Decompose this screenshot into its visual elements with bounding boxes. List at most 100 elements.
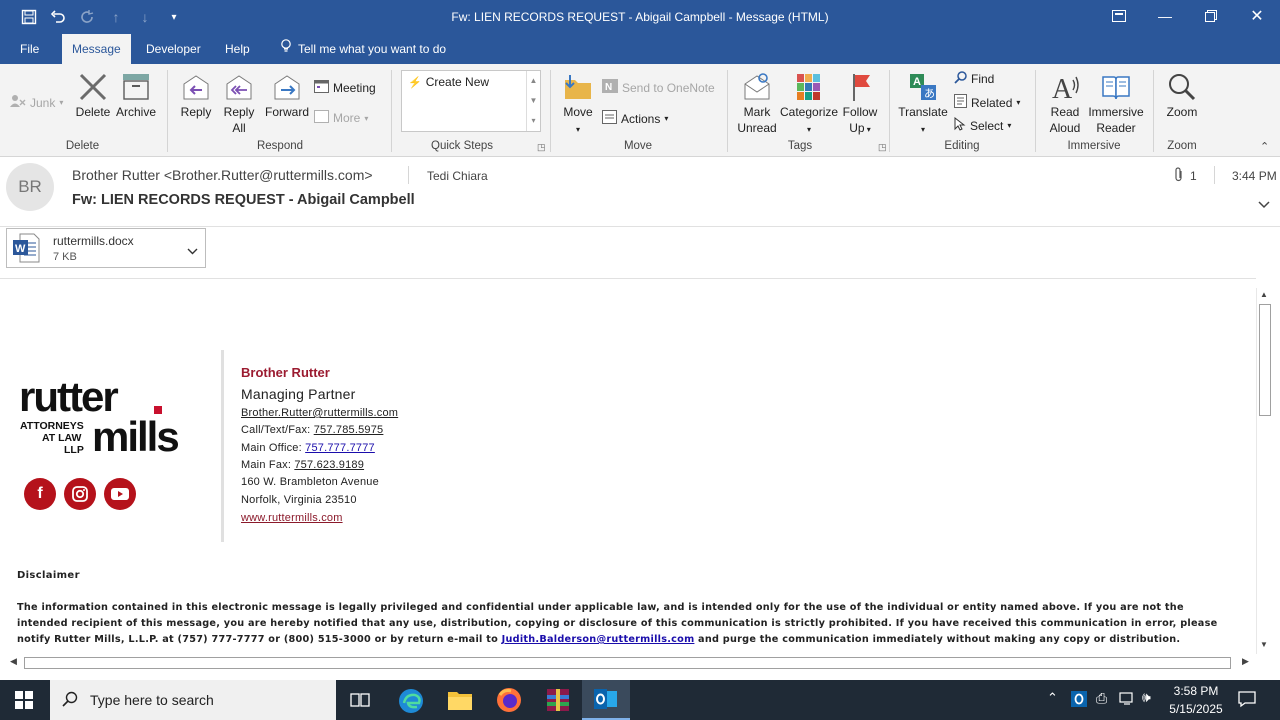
windows-start-icon[interactable] [15, 691, 33, 712]
read-aloud-label-2: Aloud [1049, 121, 1081, 135]
instagram-icon[interactable] [64, 478, 96, 510]
group-zoom-label: Zoom [1167, 140, 1197, 152]
clock-time[interactable]: 3:58 PM [1166, 684, 1226, 698]
signature-website[interactable]: www.ruttermills.com [241, 512, 343, 524]
vertical-scrollbar[interactable]: ▲ ▼ [1256, 288, 1273, 654]
mark-unread-button[interactable]: Mark Unread [735, 72, 779, 136]
clock-date[interactable]: 5/15/2025 [1166, 702, 1226, 716]
quick-steps-scrollbar[interactable]: ▲ ▼ ▾ [526, 71, 540, 131]
scroll-up-icon[interactable]: ▲ [1260, 290, 1268, 299]
scroll-thumb[interactable] [1259, 304, 1271, 416]
disclaimer-line-3a: notify Rutter Mills, L.L.P. at (757) 777… [17, 634, 502, 645]
junk-button[interactable]: Junk ▾ [10, 94, 63, 111]
tray-device-icon[interactable]: ⎙ [1096, 690, 1107, 707]
create-new-quick-step[interactable]: ⚡ Create New [408, 75, 489, 89]
translate-label: Translate [898, 105, 948, 119]
collapse-ribbon-icon[interactable]: ⌃ [1260, 140, 1269, 153]
zoom-button[interactable]: Zoom [1162, 72, 1202, 120]
signature-website-link[interactable]: www.ruttermills.com [241, 512, 343, 524]
delete-label: Delete [75, 105, 111, 119]
send-to-onenote-button[interactable]: N Send to OneNote [602, 79, 715, 96]
outlook-taskbar-button[interactable] [582, 680, 630, 720]
close-button[interactable]: ✕ [1234, 0, 1280, 32]
minimize-button[interactable]: — [1142, 0, 1188, 32]
network-icon[interactable] [1118, 690, 1136, 709]
delete-button[interactable]: Delete [72, 72, 114, 120]
reply-all-label-1: Reply [223, 105, 255, 119]
tab-developer[interactable]: Developer [136, 34, 211, 64]
recipient[interactable]: Tedi Chiara [427, 169, 488, 183]
tell-me-search[interactable]: Tell me what you want to do [270, 34, 456, 64]
show-hidden-icons-icon[interactable]: ⌃ [1047, 690, 1058, 706]
read-aloud-button[interactable]: A Read Aloud [1043, 72, 1087, 136]
forward-button[interactable]: Forward [262, 72, 312, 120]
move-button[interactable]: Move ▾ [558, 72, 598, 138]
volume-icon[interactable]: 🕪 [1142, 689, 1151, 706]
reply-label: Reply [180, 105, 212, 119]
delete-icon [72, 72, 114, 104]
related-button[interactable]: Related ▾ [954, 94, 1020, 111]
categorize-button[interactable]: Categorize ▾ [780, 72, 838, 138]
tags-dialog-launcher-icon[interactable]: ◳ [878, 142, 887, 153]
follow-up-button[interactable]: Follow Up ▾ [840, 72, 880, 138]
translate-button[interactable]: Aあ Translate ▾ [897, 72, 949, 138]
quick-steps-gallery[interactable]: ⚡ Create New ▲ ▼ ▾ [401, 70, 541, 132]
signature-email[interactable]: Brother.Rutter@ruttermills.com [241, 407, 398, 419]
scroll-right-icon[interactable]: ▶ [1242, 656, 1249, 667]
attachment-menu-chevron-icon[interactable] [187, 244, 198, 258]
attachment-count: 1 [1190, 169, 1197, 183]
archive-button[interactable]: Archive [114, 72, 158, 120]
firefox-icon[interactable] [496, 687, 522, 716]
actions-button[interactable]: Actions ▾ [602, 110, 668, 127]
scroll-left-icon[interactable]: ◀ [10, 656, 17, 667]
select-button[interactable]: Select ▾ [954, 116, 1011, 134]
immersive-reader-button[interactable]: Immersive Reader [1087, 72, 1145, 136]
more-respond-button[interactable]: More ▾ [314, 110, 368, 126]
reply-all-button[interactable]: Reply All [219, 72, 259, 136]
outlook-tray-icon[interactable] [1071, 691, 1087, 710]
youtube-icon[interactable] [104, 478, 136, 510]
expand-header-icon[interactable] [1258, 198, 1270, 212]
signature-office-line: Main Office: 757.777.7777 [241, 442, 375, 454]
task-view-icon[interactable] [350, 691, 370, 712]
office-number[interactable]: 757.777.7777 [305, 442, 375, 454]
tab-help[interactable]: Help [215, 34, 260, 64]
ribbon-separator [727, 70, 728, 152]
facebook-icon[interactable]: f [24, 478, 56, 510]
quick-steps-dialog-launcher-icon[interactable]: ◳ [537, 142, 546, 153]
disclaimer-email-link[interactable]: Judith.Balderson@ruttermills.com [502, 634, 695, 645]
scroll-down-icon[interactable]: ▼ [1260, 640, 1268, 649]
sender[interactable]: Brother Rutter <Brother.Rutter@ruttermil… [72, 167, 373, 183]
edge-browser-icon[interactable] [398, 688, 424, 717]
find-button[interactable]: Find [954, 71, 994, 87]
restore-button[interactable] [1188, 0, 1234, 32]
call-number[interactable]: 757.785.5975 [314, 424, 384, 436]
lightning-icon: ⚡ [408, 76, 422, 89]
tab-message[interactable]: Message [62, 34, 131, 64]
disclaimer-line-2: intended recipient of this message, you … [17, 618, 1218, 629]
ribbon-display-options-icon[interactable] [1096, 0, 1142, 32]
categorize-label: Categorize [780, 105, 839, 119]
disclaimer-line-1: The information contained in this electr… [17, 602, 1184, 613]
signature-email-link[interactable]: Brother.Rutter@ruttermills.com [241, 407, 398, 419]
horizontal-scrollbar[interactable]: ◀ ▶ [8, 656, 1256, 670]
tab-file[interactable]: File [10, 34, 49, 64]
mark-unread-label-1: Mark [743, 105, 771, 119]
file-explorer-icon[interactable] [447, 689, 473, 714]
attachment-card[interactable]: W ruttermills.docx 7 KB [6, 228, 206, 268]
junk-label: Junk [30, 95, 56, 110]
taskbar-search-box[interactable]: Type here to search [50, 680, 336, 720]
reply-button[interactable]: Reply [176, 72, 216, 120]
search-icon [954, 71, 967, 87]
avatar[interactable]: BR [6, 163, 54, 211]
horizontal-scroll-thumb[interactable] [24, 657, 1231, 669]
meeting-label: Meeting [333, 80, 376, 95]
winrar-icon[interactable] [545, 687, 571, 716]
calendar-icon [314, 79, 329, 96]
title-bar: ↑ ↓ ▾ Fw: LIEN RECORDS REQUEST - Abigail… [0, 0, 1280, 34]
call-label: Call/Text/Fax: [241, 424, 314, 436]
reply-all-icon [219, 72, 259, 104]
notifications-icon[interactable] [1238, 690, 1256, 711]
fax-number[interactable]: 757.623.9189 [294, 459, 364, 471]
meeting-button[interactable]: Meeting [314, 79, 376, 96]
